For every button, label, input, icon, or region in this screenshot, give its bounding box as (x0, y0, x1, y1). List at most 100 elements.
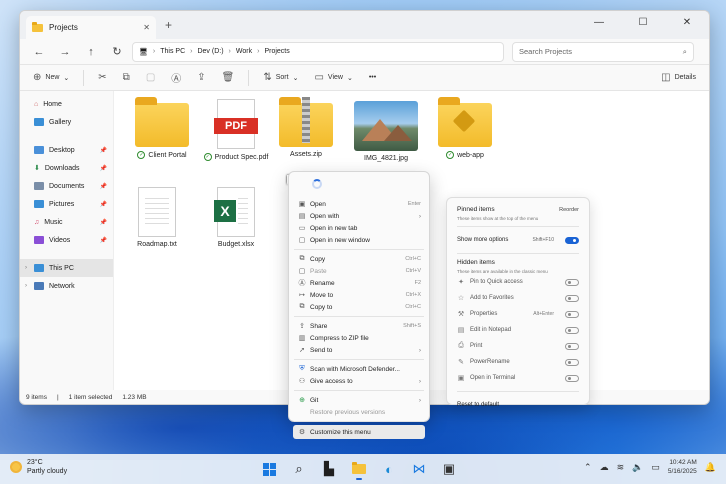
show-more-options-row[interactable]: Show more options Shift+F10 (457, 232, 579, 248)
minimize-button[interactable]: — (577, 11, 621, 33)
rename-button[interactable]: Ⓐ (166, 68, 186, 88)
sidebar-item-videos[interactable]: Videos 📌 (20, 231, 113, 249)
tab-projects[interactable]: Projects ✕ (26, 16, 156, 39)
file-item[interactable]: IMG_4821.jpg (346, 101, 426, 162)
notification-bell-icon[interactable]: 🔔 (705, 462, 716, 473)
sort-button[interactable]: ⇅ Sort ⌄ (258, 68, 303, 88)
speaker-icon[interactable]: 🔈 (632, 462, 643, 473)
file-item[interactable]: PDF ✓ Product Spec.pdf (196, 99, 276, 161)
view-button[interactable]: ▭ View ⌄ (309, 68, 357, 88)
menu-item-restore-versions[interactable]: Restore previous versions (289, 406, 429, 418)
vscode-icon[interactable]: ⋈ (408, 458, 430, 480)
menu-item-customize[interactable]: ⚙ Customize this menu (293, 425, 425, 439)
breadcrumb-item[interactable]: This PC (160, 48, 185, 55)
file-explorer-icon[interactable] (348, 458, 370, 480)
breadcrumb-item[interactable]: Projects (264, 48, 289, 55)
share-button[interactable]: ⇪ (192, 68, 210, 88)
search-input[interactable]: Search Projects ⌕ (512, 41, 694, 62)
hidden-item-open-terminal[interactable]: ▣ Open in Terminal (457, 370, 579, 386)
menu-item-copy[interactable]: ⧉ Copy Ctrl+C (289, 253, 429, 265)
new-tab-icon: ▭ (298, 225, 306, 232)
menu-item-move-to[interactable]: ↦ Move to Ctrl+X (289, 289, 429, 301)
terminal-icon[interactable]: ▣ (438, 458, 460, 480)
toggle[interactable] (565, 358, 579, 366)
weather-widget[interactable]: 23°C Partly cloudy (10, 458, 67, 476)
menu-item-compress[interactable]: ▥ Compress to ZIP file (289, 332, 429, 344)
show-more-toggle[interactable] (565, 236, 579, 244)
delete-button[interactable]: 🗑 (217, 68, 240, 88)
maximize-button[interactable]: ☐ (621, 11, 665, 33)
edge-icon[interactable]: ◐ (378, 458, 400, 480)
back-arrow-icon[interactable]: ← (28, 42, 50, 62)
hidden-item-add-favorites[interactable]: ☆ Add to Favorites (457, 290, 579, 306)
toggle[interactable] (565, 326, 579, 334)
clock[interactable]: 10:42 AM 5/16/2025 (668, 458, 697, 476)
chevron-right-icon: › (418, 396, 421, 404)
menu-item-rename[interactable]: Ⓐ Rename F2 (289, 277, 429, 289)
menu-item-send-to[interactable]: ➚ Send to › (289, 344, 429, 356)
file-item[interactable]: ✓ web-app (425, 97, 505, 159)
sort-label: Sort (275, 74, 289, 81)
file-item[interactable]: X Budget.xlsx (196, 187, 276, 248)
new-button[interactable]: ⊕ New ⌄ (28, 68, 74, 88)
toggle[interactable] (565, 294, 579, 302)
sidebar-item-gallery[interactable]: Gallery (20, 113, 113, 131)
sidebar-item-network[interactable]: › Network (20, 277, 113, 295)
up-arrow-icon[interactable]: ↑ (80, 42, 102, 62)
search-icon[interactable]: ⌕ (288, 458, 310, 480)
reorder-button[interactable]: Reorder (559, 207, 579, 213)
menu-item-open-new-tab[interactable]: ▭ Open in new tab (289, 222, 429, 234)
breadcrumb-item[interactable]: Work (236, 48, 252, 55)
menu-item-open[interactable]: ▣ Open Enter (289, 198, 429, 210)
close-button[interactable]: ✕ (665, 11, 709, 33)
menu-item-share[interactable]: ⇪ Share Shift+S (289, 320, 429, 332)
breadcrumb-item[interactable]: Dev (D:) (197, 48, 223, 55)
hidden-item-properties[interactable]: ⚒ Properties Alt+Enter (457, 306, 579, 322)
hidden-item-powerrename[interactable]: ✎ PowerRename (457, 354, 579, 370)
chevron-right-icon[interactable]: › (25, 283, 27, 289)
chevron-up-icon[interactable]: ⌃ (584, 462, 592, 473)
breadcrumb[interactable]: 🖥 › This PC › Dev (D:) › Work › Projects (132, 41, 504, 62)
wifi-icon[interactable]: ≋ (617, 462, 625, 473)
menu-item-open-with[interactable]: ▤ Open with › (289, 210, 429, 222)
menu-item-paste[interactable]: ▢ Paste Ctrl+V (289, 265, 429, 277)
tab-close-icon[interactable]: ✕ (143, 23, 150, 32)
toggle[interactable] (565, 374, 579, 382)
file-item[interactable]: Roadmap.txt (117, 187, 197, 248)
battery-icon[interactable]: ▭ (651, 462, 660, 473)
file-item[interactable]: Assets.zip (266, 97, 346, 158)
hidden-item-pin-quick-access[interactable]: ✦ Pin to Quick access (457, 274, 579, 290)
new-tab-button[interactable]: + (165, 18, 172, 32)
copy-button[interactable]: ⧉ (118, 68, 135, 88)
file-item[interactable]: ✓ Client Portal (122, 97, 202, 159)
menu-item-open-new-window[interactable]: ▢ Open in new window (289, 234, 429, 246)
sidebar-item-documents[interactable]: Documents 📌 (20, 177, 113, 195)
reset-to-default-button[interactable]: Reset to default (457, 397, 579, 413)
menu-item-give-access[interactable]: ⚇ Give access to › (289, 375, 429, 387)
start-button[interactable] (258, 458, 280, 480)
toggle[interactable] (565, 278, 579, 286)
sidebar-item-music[interactable]: ♫ Music 📌 (20, 213, 113, 231)
details-button[interactable]: ◫ Details (656, 68, 701, 88)
chevron-right-icon[interactable]: › (25, 265, 27, 271)
refresh-icon[interactable]: ↻ (106, 42, 128, 62)
file-name: Client Portal (148, 151, 187, 159)
more-options-button[interactable]: ••• (364, 68, 381, 88)
task-view-icon[interactable]: ▙ (318, 458, 340, 480)
hidden-item-edit-notepad[interactable]: ▤ Edit in Notepad (457, 322, 579, 338)
hidden-item-print[interactable]: ⎙ Print (457, 338, 579, 354)
sidebar-item-pictures[interactable]: Pictures 📌 (20, 195, 113, 213)
sidebar-item-this-pc[interactable]: › This PC (20, 259, 113, 277)
paste-button[interactable]: ▢ (141, 68, 160, 88)
menu-item-scan-defender[interactable]: ⛨ Scan with Microsoft Defender... (289, 363, 429, 375)
sidebar-item-downloads[interactable]: ⬇ Downloads 📌 (20, 159, 113, 177)
forward-arrow-icon[interactable]: → (54, 42, 76, 62)
toggle[interactable] (565, 310, 579, 318)
sidebar-item-desktop[interactable]: Desktop 📌 (20, 141, 113, 159)
onedrive-icon[interactable]: ☁ (600, 462, 609, 473)
toggle[interactable] (565, 342, 579, 350)
sidebar-item-home[interactable]: ⌂ Home (20, 95, 113, 113)
cut-button[interactable]: ✂ (93, 68, 111, 88)
menu-item-git[interactable]: ⊕ Git › (289, 394, 429, 406)
menu-item-copy-to[interactable]: ⧉ Copy to Ctrl+C (289, 301, 429, 313)
